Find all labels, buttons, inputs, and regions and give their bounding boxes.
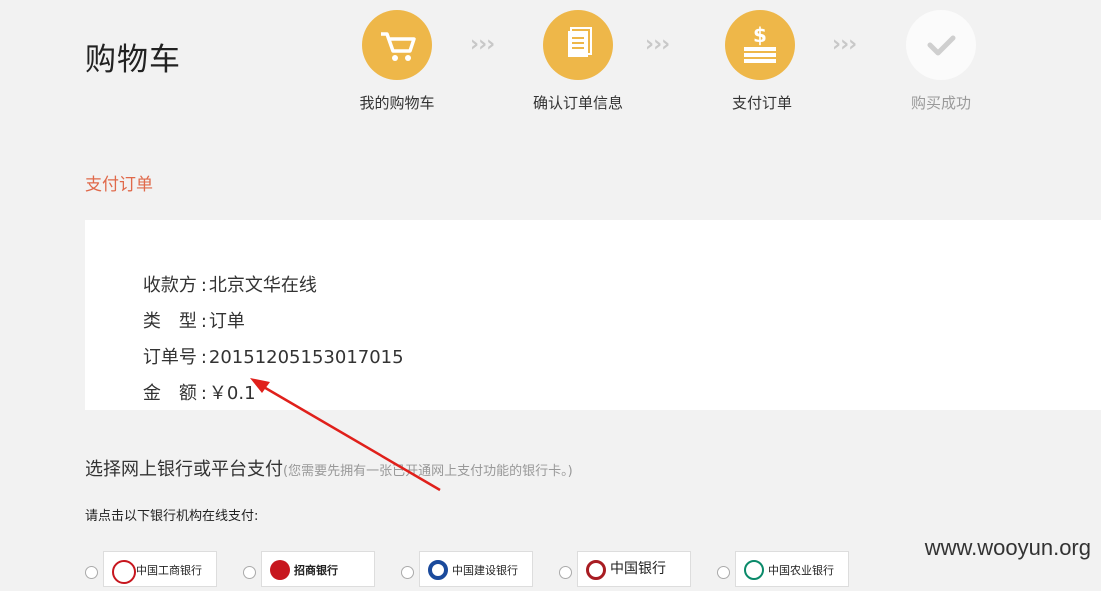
watermark: www.wooyun.org <box>924 535 1091 560</box>
annotation-arrow <box>250 378 441 492</box>
